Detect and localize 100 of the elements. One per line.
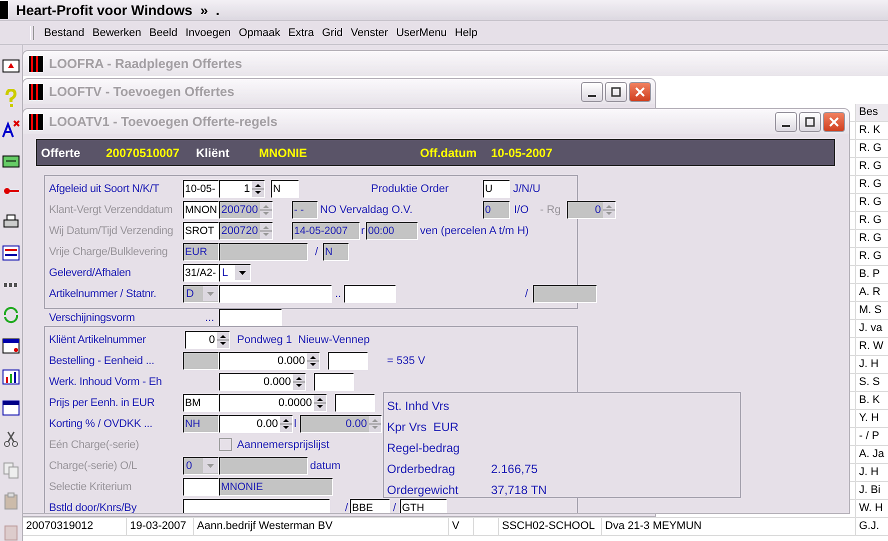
summary-label: Ordergewicht	[387, 482, 460, 496]
spin-arrows-icon[interactable]	[314, 394, 326, 410]
field-label: Afgeleid uit Soort N/K/T	[49, 182, 160, 194]
window-title: LOOFRA - Raadplegen Offertes	[49, 56, 244, 71]
summary-label: Orderbedrag	[387, 462, 456, 476]
field-label: Bestelling - Eenheid ...	[49, 354, 156, 366]
menu-item[interactable]: Extra	[284, 27, 318, 39]
menu-item[interactable]: Opmaak	[234, 27, 284, 39]
close-button[interactable]	[823, 112, 845, 132]
field-label: I/O	[514, 204, 530, 216]
summary-label: Kpr Vrs EUR	[387, 420, 460, 434]
menu-item[interactable]: UserMenu	[392, 27, 451, 39]
close-icon	[828, 116, 840, 128]
close-icon	[634, 86, 646, 98]
input-field[interactable]: BM	[183, 394, 219, 412]
menu-item[interactable]: Grid	[318, 27, 347, 39]
field-label: datum	[310, 460, 342, 472]
maximize-icon	[805, 116, 815, 126]
field-label: Pondweg 1 Nieuw-Vennep	[237, 334, 371, 346]
input-field[interactable]	[314, 372, 354, 390]
menu-item[interactable]: Venster	[346, 27, 392, 39]
summary-value: 37,718 TN	[491, 482, 547, 496]
header-value: Off.datum	[420, 146, 478, 160]
scissors-icon[interactable]	[2, 430, 20, 448]
app-title: Heart-Profit voor Windows » .	[16, 2, 220, 18]
field-label: - Rg	[540, 204, 562, 216]
input-field[interactable]	[219, 308, 282, 326]
close-button[interactable]	[629, 82, 651, 102]
spin-arrows-icon[interactable]	[280, 416, 292, 432]
input-field[interactable]: 10-05-	[183, 180, 219, 198]
minimize-button[interactable]	[775, 112, 797, 132]
menu-item[interactable]: Bestand	[40, 27, 88, 39]
field-label: Korting % / OVDKK ...	[49, 418, 154, 430]
field-label: Klant-Vergt Verzenddatum	[49, 204, 174, 216]
field-label: ven (percelen A t/m H)	[420, 224, 530, 236]
input-field[interactable]	[328, 352, 368, 370]
field-label: Wij Datum/Tijd Verzending	[49, 224, 174, 236]
field-label: ...	[205, 312, 216, 324]
window-icon[interactable]	[2, 399, 20, 417]
spin-arrows-icon[interactable]	[252, 180, 264, 196]
app-icon	[0, 1, 8, 19]
field-label: Produktie Order	[371, 182, 450, 194]
table-cell: Aann.bedrijf Westerman BV	[194, 518, 449, 535]
maximize-button[interactable]	[799, 112, 821, 132]
field-label: J/N/U	[513, 182, 542, 194]
header-value: 20070510007	[106, 146, 180, 160]
window-icon[interactable]	[2, 337, 20, 355]
field-label: Bstld door/Knrs/By	[49, 502, 138, 513]
window-title: LOOFTV - Toevoegen Offertes	[49, 84, 236, 99]
spin-arrows-icon[interactable]	[293, 374, 305, 390]
stripes-icon	[29, 56, 43, 72]
menu-item[interactable]: Bewerken	[88, 27, 146, 39]
caret-icon[interactable]	[235, 265, 250, 280]
spin-field[interactable]: 0.000	[219, 372, 306, 390]
column-header[interactable]: Bes	[856, 104, 888, 121]
maximize-icon	[611, 86, 621, 96]
spin-arrows-icon[interactable]	[217, 332, 229, 348]
header-value: MNONIE	[259, 146, 308, 160]
summary-label: St. Inhd Vrs	[387, 398, 450, 412]
input-field[interactable]: 31/A2-	[183, 264, 219, 282]
spin-field[interactable]: 0.0000	[219, 394, 327, 412]
input-field[interactable]: GTH	[400, 498, 447, 513]
minimize-button[interactable]	[581, 82, 603, 102]
header-label: Kliënt	[196, 146, 230, 160]
field-label: /	[315, 246, 320, 258]
input-field[interactable]: BBE	[350, 498, 390, 513]
summary-value: 2.166,75	[491, 462, 538, 476]
field-label: l	[294, 418, 298, 430]
input-field[interactable]: U	[483, 180, 510, 198]
maximize-button[interactable]	[605, 82, 627, 102]
spin-field[interactable]: 0.000	[219, 352, 320, 370]
spin-field[interactable]: 0	[185, 330, 230, 348]
menu-item[interactable]: Beeld	[145, 27, 182, 39]
input-field[interactable]: N	[271, 180, 299, 198]
form-icon[interactable]	[2, 244, 20, 262]
input-field[interactable]	[335, 394, 375, 412]
chart-icon[interactable]	[2, 368, 20, 386]
menu-item[interactable]: Help	[450, 27, 482, 39]
spin-arrows-icon[interactable]	[307, 352, 319, 368]
field-label: Charge(-serie) O/L	[49, 460, 138, 472]
input-field[interactable]	[219, 284, 332, 302]
input-field[interactable]	[183, 498, 330, 513]
input-field[interactable]	[344, 284, 396, 302]
field-label: Prijs per Eenh. in EUR	[49, 396, 156, 408]
font-icon[interactable]	[2, 120, 20, 138]
field-label: Selectie Kriterium	[49, 480, 133, 492]
spin-field[interactable]: 0.00	[219, 414, 293, 432]
menu-item[interactable]: Invoegen	[181, 27, 235, 39]
minimize-icon	[782, 124, 790, 126]
window-title: LOOATV1 - Toevoegen Offerte-regels	[49, 114, 279, 129]
field-label: Werk. Inhoud Vorm - Eh	[49, 376, 163, 388]
field-label: NO Vervaldag O.V.	[320, 204, 414, 216]
spin-field[interactable]: 1	[219, 180, 265, 198]
field-label: /	[393, 502, 398, 513]
header-label: Offerte	[41, 146, 82, 160]
field-label: Vrije Charge/Bulklevering	[49, 246, 169, 258]
dropdown[interactable]: L	[219, 264, 251, 282]
field-label: Eén Charge(-serie)	[49, 438, 140, 450]
field-label: /	[345, 502, 350, 513]
field-label: r	[361, 224, 366, 236]
